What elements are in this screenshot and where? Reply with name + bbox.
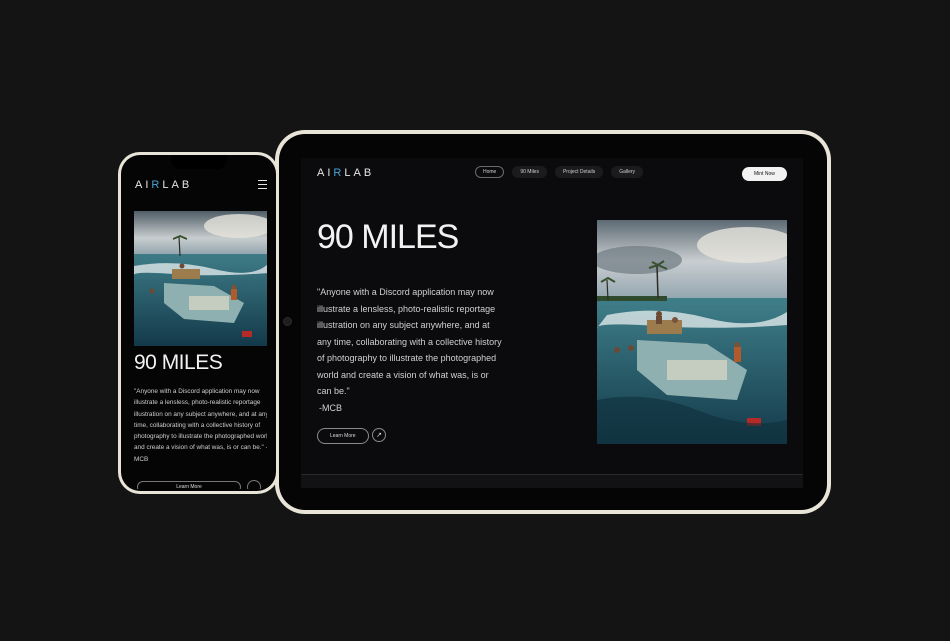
phone-notch [171, 155, 227, 169]
mint-now-button[interactable]: Mint Now [742, 167, 787, 181]
logo-accent: R [151, 179, 163, 191]
phone-hero-image [134, 211, 267, 346]
phone-logo[interactable]: AIRLAB [135, 179, 192, 191]
tablet-nav-menu: Home 90 Miles Project Details Gallery [475, 166, 644, 178]
logo-accent: R [333, 167, 345, 179]
mockup-stage: AIRLAB Home 90 Miles Project Details Gal… [0, 0, 950, 641]
phone-device: AIRLAB 90 MILES "Anyone with a Discord a… [118, 152, 279, 494]
tablet-device: AIRLAB Home 90 Miles Project Details Gal… [275, 130, 831, 514]
phone-screen: AIRLAB 90 MILES "Anyone with a Discord a… [131, 169, 267, 489]
nav-project-details[interactable]: Project Details [554, 166, 604, 178]
tablet-quote-attribution: -MCB [319, 402, 342, 413]
tablet-navbar: AIRLAB Home 90 Miles Project Details Gal… [301, 158, 803, 194]
nav-home[interactable]: Home [475, 166, 505, 178]
nav-90-miles[interactable]: 90 Miles [512, 166, 547, 178]
phone-learn-more-button[interactable]: Learn More [137, 481, 241, 489]
phone-hero-title: 90 MILES [134, 351, 223, 374]
tablet-logo[interactable]: AIRLAB [317, 167, 374, 179]
tablet-learn-more-button[interactable]: Learn More [317, 428, 369, 444]
nav-gallery[interactable]: Gallery [611, 166, 644, 178]
tablet-camera [283, 317, 292, 326]
tablet-footer-bar [301, 474, 803, 488]
hamburger-menu-icon[interactable] [258, 180, 267, 189]
tablet-hero-quote: "Anyone with a Discord application may n… [317, 284, 503, 416]
phone-bezel: AIRLAB 90 MILES "Anyone with a Discord a… [121, 155, 276, 491]
tablet-hero-title: 90 MILES [317, 218, 459, 256]
phone-hero-quote: "Anyone with a Discord application may n… [134, 388, 267, 463]
tablet-hero-image [597, 220, 787, 444]
tablet-screen: AIRLAB Home 90 Miles Project Details Gal… [301, 158, 803, 488]
arrow-up-right-icon[interactable] [247, 480, 261, 489]
arrow-up-right-icon[interactable]: ↗ [372, 428, 386, 442]
